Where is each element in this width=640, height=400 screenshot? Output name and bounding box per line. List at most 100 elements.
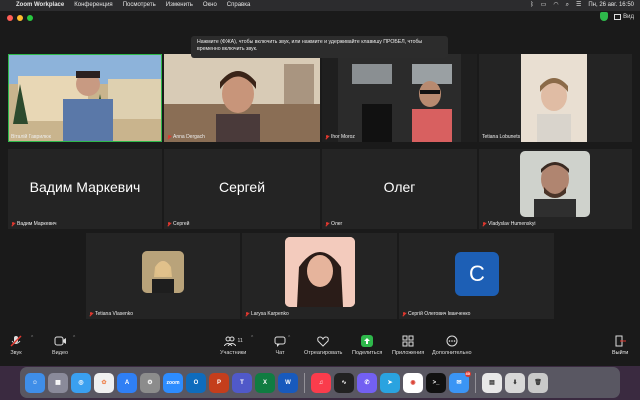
battery-icon[interactable]: ▭ <box>541 0 547 11</box>
view-label: Вид <box>623 13 634 20</box>
video-button[interactable]: Видео <box>52 334 68 356</box>
menu-window[interactable]: Окно <box>203 0 217 11</box>
trash-icon[interactable]: 🗑 <box>528 372 548 393</box>
video-feed-person <box>164 54 320 142</box>
video-options-chevron-icon[interactable]: ⌃ <box>72 335 76 341</box>
powerpoint-icon[interactable]: P <box>209 372 229 393</box>
leave-button[interactable]: Выйти <box>612 334 628 356</box>
participant-name: Anna Dergach <box>167 134 205 140</box>
audio-button[interactable]: Звук <box>10 334 22 356</box>
unmute-hint-notification: Нажмите (ФЖА), чтобы включить звук, или … <box>191 36 448 58</box>
zoom-window: Вид Віталій Гаврилюк Anna Dergach Ihor M… <box>0 11 640 366</box>
chat-button[interactable]: Чат <box>274 334 286 356</box>
teams-icon[interactable]: T <box>232 372 252 393</box>
finder-icon[interactable]: ☺ <box>25 372 45 393</box>
mic-muted-icon <box>325 134 329 140</box>
gallery-view-icon <box>614 13 622 20</box>
participants-options-chevron-icon[interactable]: ⌃ <box>250 335 254 341</box>
menu-app-zoom[interactable]: Zoom Workplace <box>16 0 64 11</box>
apps-button[interactable]: Приложения <box>392 334 424 356</box>
participant-tile-photo[interactable]: Vladyslav Humenskyi <box>479 149 632 229</box>
zoom-icon[interactable]: zoom <box>163 372 183 393</box>
more-button[interactable]: Дополнительно <box>432 334 472 356</box>
menu-edit[interactable]: Изменить <box>166 0 193 11</box>
search-icon[interactable]: ⌕ <box>566 0 569 11</box>
more-icon <box>446 335 458 347</box>
meeting-toolbar: Звук ⌃ Видео ⌃ 11 Участники ⌃ Чат ⌃ Отре… <box>0 330 640 366</box>
mic-muted-icon <box>167 134 171 140</box>
react-button[interactable]: Отреагировать <box>304 334 342 356</box>
mail-badge: 40 <box>464 370 471 377</box>
participant-tile-photo[interactable]: Larysa Karpenko <box>242 233 397 319</box>
letter-avatar: С <box>455 252 499 296</box>
participant-tile-name[interactable]: Вадим Маркевич Вадим Маркевич <box>8 149 162 229</box>
wifi-icon[interactable]: ◠ <box>553 0 558 11</box>
preview-icon[interactable]: ▤ <box>482 372 502 393</box>
activity-monitor-icon[interactable]: ∿ <box>334 372 354 393</box>
video-feed-building <box>8 54 162 142</box>
profile-photo <box>142 251 184 293</box>
participant-tile-video[interactable]: Tetiana Lobunets <box>479 54 632 142</box>
participant-tile-name[interactable]: Сергей Сергей <box>164 149 320 229</box>
view-button[interactable]: Вид <box>614 13 634 20</box>
dock-separator <box>304 372 305 393</box>
menu-bar: Zoom Workplace Конференция Посмотреть Из… <box>0 0 640 11</box>
control-center-icon[interactable]: ☰ <box>576 0 581 11</box>
participant-name: Ihor Moroz <box>325 134 355 140</box>
outlook-icon[interactable]: O <box>186 372 206 393</box>
participant-tile-photo[interactable]: Tetiana Vlasenko <box>86 233 240 319</box>
participant-tile-letter[interactable]: С Сергій Олегович Іванченко <box>399 233 554 319</box>
window-titlebar: Вид <box>0 11 640 24</box>
participant-tile-video[interactable]: Anna Dergach <box>164 54 320 142</box>
close-window-button[interactable] <box>7 15 13 21</box>
participant-display-name: Олег <box>383 179 416 196</box>
security-shield-icon[interactable] <box>600 12 609 21</box>
participant-tile-video[interactable]: Віталій Гаврилюк <box>8 54 162 142</box>
minimize-window-button[interactable] <box>17 15 23 21</box>
participant-name: Tetiana Vlasenko <box>89 311 133 317</box>
participant-name: Віталій Гаврилюк <box>11 134 51 140</box>
menubar-datetime[interactable]: Пн, 26 авг. 16:50 <box>588 0 634 11</box>
dock-separator <box>475 372 476 393</box>
participant-name: Сергей <box>167 221 189 227</box>
telegram-icon[interactable]: ➤ <box>380 372 400 393</box>
photos-icon[interactable]: ✿ <box>94 372 114 393</box>
menu-conference[interactable]: Конференция <box>74 0 112 11</box>
mail-icon[interactable]: ✉ 40 <box>449 370 471 393</box>
viber-icon[interactable]: ✆ <box>357 372 377 393</box>
music-icon[interactable]: ♫ <box>311 372 331 393</box>
mic-muted-icon <box>167 221 171 227</box>
app-store-icon[interactable]: A <box>117 372 137 393</box>
profile-photo <box>285 237 355 307</box>
safari-icon[interactable]: ◎ <box>71 372 91 393</box>
participant-display-name: Вадим Маркевич <box>29 179 141 196</box>
participant-display-name: Сергей <box>218 179 266 196</box>
downloads-icon[interactable]: ⬇ <box>505 372 525 393</box>
fullscreen-window-button[interactable] <box>27 15 33 21</box>
participant-tile-name[interactable]: Олег Олег <box>322 149 477 229</box>
word-icon[interactable]: W <box>278 372 298 393</box>
mic-muted-icon <box>402 311 406 317</box>
menu-view[interactable]: Посмотреть <box>123 0 156 11</box>
terminal-icon[interactable]: >_ <box>426 372 446 393</box>
mic-muted-icon <box>11 221 15 227</box>
bluetooth-icon[interactable]: ᛒ <box>530 0 534 11</box>
profile-photo <box>520 151 590 217</box>
mic-muted-icon <box>89 311 93 317</box>
macos-dock: ☺ ▦ ◎ ✿ A ⚙ zoom O P T X W ♫ ∿ ✆ ➤ ◉ >_ … <box>20 367 620 398</box>
participants-button[interactable]: 11 Участники <box>220 334 246 356</box>
participant-tile-video[interactable]: Ihor Moroz <box>322 54 477 142</box>
chrome-icon[interactable]: ◉ <box>403 372 423 393</box>
participants-count: 11 <box>237 338 243 344</box>
share-button[interactable]: Поделиться <box>352 334 382 356</box>
menu-help[interactable]: Справка <box>227 0 251 11</box>
participants-icon <box>223 336 236 346</box>
system-settings-icon[interactable]: ⚙ <box>140 372 160 393</box>
participant-name: Larysa Karpenko <box>245 311 289 317</box>
heart-icon <box>317 335 329 347</box>
launchpad-icon[interactable]: ▦ <box>48 372 68 393</box>
chat-options-chevron-icon[interactable]: ⌃ <box>287 335 291 341</box>
mic-muted-icon <box>325 221 329 227</box>
audio-options-chevron-icon[interactable]: ⌃ <box>30 335 34 341</box>
excel-icon[interactable]: X <box>255 372 275 393</box>
